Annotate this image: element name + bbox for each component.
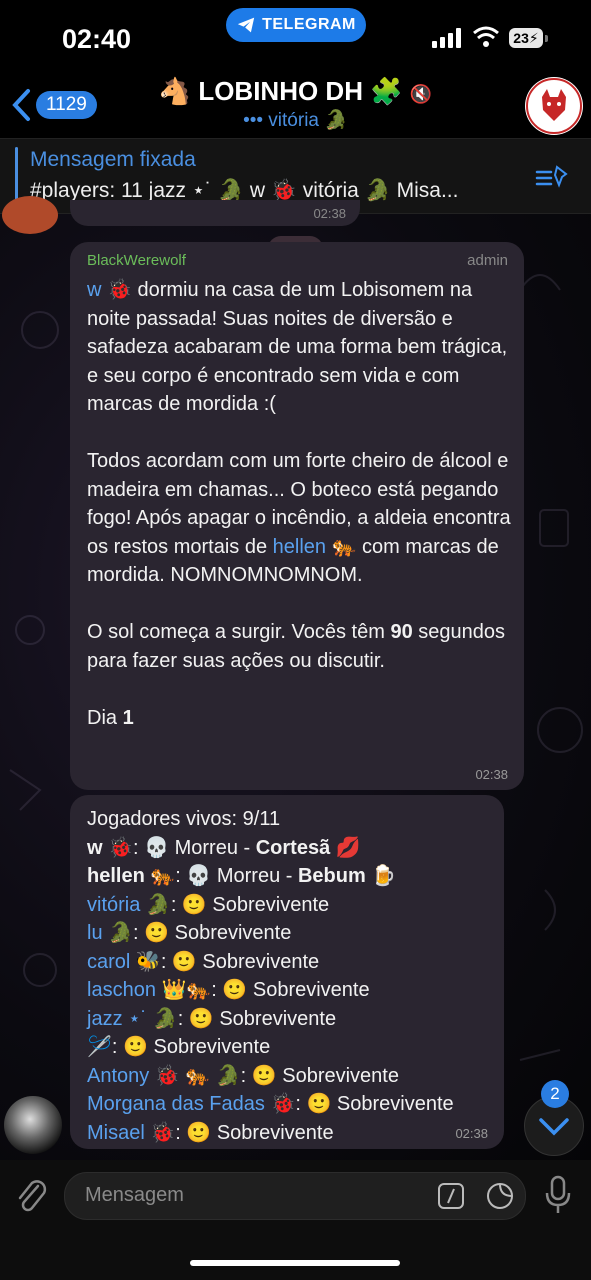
telegram-pill-label: TELEGRAM (262, 16, 356, 33)
chat-title[interactable]: 🐴 LOBINHO DH 🧩 🔇 (0, 76, 591, 107)
message-text: w 🐞 dormiu na casa de um Lobisomem na no… (87, 276, 512, 732)
player-row: w 🐞: 💀 Morreu - Cortesã 💋 (87, 834, 512, 863)
message-placeholder: Mensagem (85, 1184, 184, 1206)
sticker-icon[interactable] (485, 1181, 515, 1211)
command-icon[interactable] (437, 1182, 465, 1210)
player-mention[interactable]: vitória 🐊 (87, 894, 171, 916)
player-row: vitória 🐊: 🙂 Sobrevivente (87, 891, 512, 920)
clock: 02:40 (62, 24, 132, 54)
message-paragraph: dormiu na casa de um Lobisomem na noite … (87, 279, 513, 415)
player-status: : 🙂 Sobrevivente (177, 1007, 337, 1030)
chat-title-text: 🐴 LOBINHO DH 🧩 (158, 76, 403, 106)
pinned-list-icon[interactable] (533, 165, 569, 189)
player-mention[interactable]: jazz ⋆˙ 🐊 (87, 1008, 178, 1030)
home-indicator (190, 1260, 400, 1266)
player-status: : 🙂 Sobrevivente (295, 1093, 454, 1115)
message-timestamp: 02:38 (313, 206, 346, 221)
player-role: Cortesã 💋 (255, 836, 361, 859)
seconds-value: 90 (390, 621, 413, 643)
pinned-indicator (15, 147, 18, 203)
player-mention[interactable]: Morgana das Fadas 🐞 (87, 1093, 295, 1115)
players-header: Jogadores vivos: 9/11 (87, 808, 281, 830)
message-bubble[interactable]: Jogadores vivos: 9/11 w 🐞: 💀 Morreu - Cor… (70, 795, 504, 1149)
signal-icon (432, 28, 461, 48)
message-input[interactable]: Mensagem (64, 1172, 526, 1220)
player-status: : 🙂 Sobrevivente (160, 950, 320, 973)
pinned-title: Mensagem fixada (30, 148, 196, 171)
player-status: : 🙂 Sobrevivente (175, 1121, 334, 1144)
chat-header: 1129 🐴 LOBINHO DH 🧩 🔇 ••• vitória 🐊 (0, 70, 591, 138)
player-status: : 🙂 Sobrevivente (240, 1064, 399, 1087)
previous-message-tail: 02:38 (70, 200, 360, 226)
player-status: : 🙂 Sobrevivente (133, 922, 292, 944)
battery-indicator: 23 ⚡ (509, 28, 548, 48)
player-row: jazz ⋆˙ 🐊: 🙂 Sobrevivente (87, 1005, 512, 1034)
typing-status: ••• vitória 🐊 (243, 110, 348, 131)
telegram-icon (237, 17, 255, 33)
message-timestamp: 02:38 (475, 767, 508, 782)
sender-role: admin (467, 252, 508, 269)
telegram-pill[interactable]: TELEGRAM (226, 8, 366, 42)
player-status: : 🙂 Sobrevivente (211, 979, 370, 1001)
day-number: 1 (122, 706, 134, 729)
player-row: hellen 🐅: 💀 Morreu - Bebum 🍺 (87, 862, 512, 891)
battery-level: 23 (513, 30, 529, 46)
sender-avatar[interactable] (4, 1096, 62, 1154)
wifi-icon (473, 26, 499, 47)
player-mention[interactable]: laschon 👑🐅 (87, 979, 211, 1001)
sender-name[interactable]: BlackWerewolf (87, 252, 186, 269)
player-mention[interactable]: lu 🐊 (87, 922, 133, 944)
avatar[interactable] (2, 196, 58, 234)
player-status: : 🙂 Sobrevivente (111, 1036, 271, 1058)
player-name: w 🐞 (87, 836, 134, 859)
mention-link[interactable]: w 🐞 (87, 279, 132, 301)
player-row: 🪡: 🙂 Sobrevivente (87, 1033, 512, 1062)
message-paragraph: O sol começa a surgir. Vocês têm (87, 621, 391, 643)
player-row: Antony 🐞 🐅 🐊: 🙂 Sobrevivente (87, 1062, 512, 1091)
message-bubble[interactable]: BlackWerewolf admin w 🐞 dormiu na casa d… (70, 242, 524, 790)
player-row: Misael 🐞: 🙂 Sobrevivente (87, 1119, 512, 1148)
status-bar: 02:40 TELEGRAM 23 ⚡ (0, 0, 591, 78)
player-row: laschon 👑🐅: 🙂 Sobrevivente (87, 976, 512, 1005)
player-row: carol 🐝: 🙂 Sobrevivente (87, 948, 512, 977)
muted-icon: 🔇 (409, 84, 433, 104)
unread-mentions-badge: 2 (541, 1080, 569, 1108)
paperclip-icon[interactable] (14, 1176, 50, 1216)
player-row: lu 🐊: 🙂 Sobrevivente (87, 919, 512, 948)
mention-link[interactable]: hellen 🐅 (273, 536, 357, 558)
day-label: Dia (87, 706, 123, 729)
player-status: : 🙂 Sobrevivente (170, 893, 330, 916)
player-row: Morgana das Fadas 🐞: 🙂 Sobrevivente (87, 1090, 512, 1119)
wolf-logo-icon (526, 78, 582, 134)
players-list: Jogadores vivos: 9/11 w 🐞: 💀 Morreu - Cor… (87, 805, 512, 1147)
player-mention[interactable]: carol 🐝 (87, 951, 161, 973)
player-status: : 💀 Morreu - (133, 836, 256, 859)
player-name: hellen 🐅 (87, 865, 176, 887)
group-avatar[interactable] (525, 77, 583, 135)
player-mention[interactable]: Misael 🐞 (87, 1122, 175, 1144)
player-status: : 💀 Morreu - (175, 865, 298, 887)
player-mention[interactable]: Antony 🐞 🐅 🐊 (87, 1065, 241, 1087)
player-mention[interactable]: 🪡 (87, 1036, 112, 1058)
microphone-icon[interactable] (542, 1174, 574, 1216)
player-role: Bebum 🍺 (297, 865, 397, 887)
message-timestamp: 02:38 (455, 1126, 488, 1141)
